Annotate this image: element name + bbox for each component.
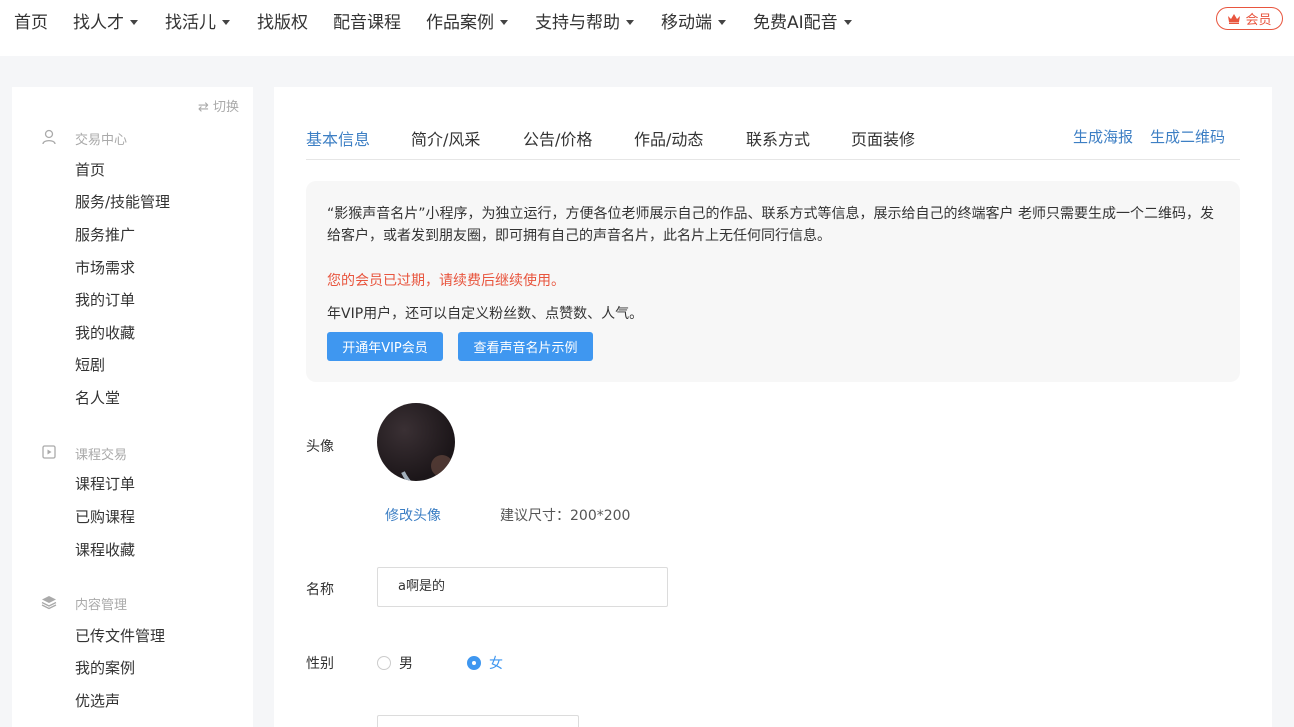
sidebar-item-course-orders[interactable]: 课程订单 — [75, 473, 135, 494]
partial-input[interactable] — [377, 715, 579, 727]
caret-down-icon — [130, 20, 138, 25]
tab-notice-price[interactable]: 公告/价格 — [523, 126, 592, 150]
sidebar-item-promotion[interactable]: 服务推广 — [75, 224, 135, 245]
nav-item-support[interactable]: 支持与帮助 — [535, 8, 634, 33]
notice-description: “影猴声音名片”小程序，为独立运行，方便各位老师展示自己的作品、联系方式等信息，… — [327, 206, 1214, 244]
caret-down-icon — [222, 20, 230, 25]
sidebar-item-favorites[interactable]: 我的收藏 — [75, 322, 135, 343]
tab-works[interactable]: 作品/动态 — [634, 126, 703, 150]
sidebar-item-my-cases[interactable]: 我的案例 — [75, 657, 135, 678]
nav-item-copyright[interactable]: 找版权 — [257, 8, 308, 33]
gender-radio-male[interactable]: 男 — [377, 653, 413, 673]
user-icon — [41, 129, 57, 145]
sidebar: ⇄ 切换 交易中心 首页 服务/技能管理 服务推广 市场需求 我的订单 我的收藏… — [12, 87, 253, 727]
sidebar-item-home[interactable]: 首页 — [75, 159, 105, 180]
sidebar-item-short-drama[interactable]: 短剧 — [75, 354, 105, 375]
caret-down-icon — [626, 20, 634, 25]
open-vip-button[interactable]: 开通年VIP会员 — [327, 332, 443, 361]
gender-radio-female[interactable]: 女 — [467, 653, 503, 673]
nav-item-ai-dubbing[interactable]: 免费AI配音 — [753, 8, 852, 33]
sidebar-item-services[interactable]: 服务/技能管理 — [75, 191, 170, 212]
tab-page-decoration[interactable]: 页面装修 — [851, 126, 915, 150]
nav-item-jobs[interactable]: 找活儿 — [165, 8, 230, 33]
tab-profile[interactable]: 简介/风采 — [411, 126, 480, 150]
layers-icon — [41, 594, 57, 610]
section-title-trade: 交易中心 — [75, 133, 128, 148]
video-icon — [41, 444, 57, 460]
caret-down-icon — [843, 20, 852, 25]
sidebar-item-uploaded-files[interactable]: 已传文件管理 — [75, 625, 165, 646]
sidebar-item-course-favorites[interactable]: 课程收藏 — [75, 539, 135, 560]
tab-bar: 基本信息 简介/风采 公告/价格 作品/动态 联系方式 页面装修 生成海报 生成… — [306, 87, 1240, 160]
generate-poster-link[interactable]: 生成海报 — [1073, 126, 1133, 147]
switch-button[interactable]: ⇄ 切换 — [198, 96, 239, 115]
tab-contact[interactable]: 联系方式 — [746, 126, 810, 150]
top-nav: 首页 找人才 找活儿 找版权 配音课程 作品案例 支持与帮助 移动端 免费AI配… — [0, 0, 1294, 56]
tab-basic-info[interactable]: 基本信息 — [306, 126, 370, 150]
membership-expired-warning: 您的会员已过期，请续费后继续使用。 — [327, 273, 565, 289]
radio-icon — [377, 656, 391, 670]
nav-item-mobile[interactable]: 移动端 — [661, 8, 726, 33]
caret-down-icon — [718, 20, 726, 25]
section-title-course: 课程交易 — [75, 448, 128, 463]
avatar-label: 头像 — [306, 439, 334, 455]
sidebar-item-orders[interactable]: 我的订单 — [75, 289, 135, 310]
name-input[interactable]: a啊是的 — [377, 567, 668, 607]
generate-qrcode-link[interactable]: 生成二维码 — [1150, 126, 1225, 147]
main-panel: 基本信息 简介/风采 公告/价格 作品/动态 联系方式 页面装修 生成海报 生成… — [274, 87, 1272, 727]
notice-box: “影猴声音名片”小程序，为独立运行，方便各位老师展示自己的作品、联系方式等信息，… — [306, 181, 1240, 382]
crown-icon — [1227, 13, 1241, 24]
view-example-button[interactable]: 查看声音名片示例 — [458, 332, 593, 361]
modify-avatar-link[interactable]: 修改头像 — [385, 505, 441, 525]
nav-item-cases[interactable]: 作品案例 — [426, 8, 508, 33]
member-button[interactable]: 会员 — [1216, 7, 1283, 30]
caret-down-icon — [500, 20, 508, 25]
avatar[interactable] — [377, 403, 455, 481]
nav-item-home[interactable]: 首页 — [14, 8, 48, 33]
gender-label: 性别 — [306, 656, 334, 672]
nav-item-courses[interactable]: 配音课程 — [333, 8, 401, 33]
radio-checked-icon — [467, 656, 481, 670]
sidebar-item-hall-of-fame[interactable]: 名人堂 — [75, 387, 120, 408]
sidebar-item-market[interactable]: 市场需求 — [75, 257, 135, 278]
sidebar-item-featured-voice[interactable]: 优选声 — [75, 690, 120, 711]
avatar-size-hint: 建议尺寸：200*200 — [500, 508, 631, 524]
nav-item-talent[interactable]: 找人才 — [73, 8, 138, 33]
sidebar-item-purchased-courses[interactable]: 已购课程 — [75, 506, 135, 527]
vip-hint: 年VIP用户，还可以自定义粉丝数、点赞数、人气。 — [327, 306, 644, 322]
name-label: 名称 — [306, 582, 334, 598]
section-title-content: 内容管理 — [75, 598, 128, 613]
